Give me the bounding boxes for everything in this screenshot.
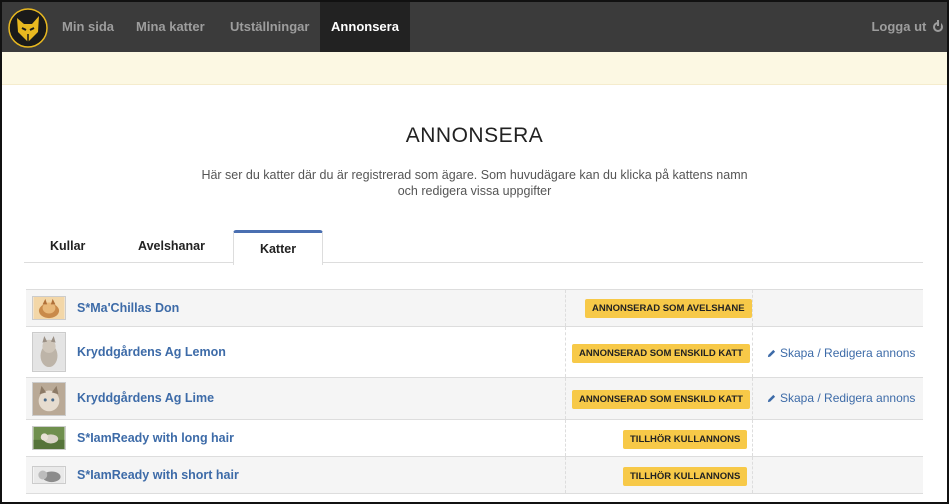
cat-name-link[interactable]: Kryddgårdens Ag Lime [77, 391, 214, 405]
column-divider [752, 420, 753, 456]
column-divider [565, 290, 566, 326]
cat-thumbnail [32, 332, 66, 372]
club-logo-icon[interactable] [8, 6, 48, 50]
cats-table: S*Ma'Chillas Don ANNONSERAD SOM AVELSHAN… [26, 289, 923, 494]
table-row: Kryddgårdens Ag Lemon ANNONSERAD SOM ENS… [26, 327, 923, 378]
top-navbar: Min sida Mina katter Utställningar Annon… [2, 2, 947, 52]
column-divider [565, 378, 566, 419]
cat-thumbnail [32, 382, 66, 416]
cat-name-link[interactable]: S*IamReady with long hair [77, 431, 234, 445]
cat-name-link[interactable]: S*IamReady with short hair [77, 468, 239, 482]
page-title: ANNONSERA [405, 124, 544, 147]
power-icon [933, 20, 943, 32]
cat-name-link[interactable]: S*Ma'Chillas Don [77, 301, 179, 315]
pencil-icon [767, 349, 776, 358]
logout-label: Logga ut [871, 19, 927, 34]
edit-ad-label: Skapa / Redigera annons [780, 391, 916, 405]
status-badge: ANNONSERAD SOM ENSKILD KATT [572, 344, 750, 363]
column-divider [752, 327, 753, 377]
column-divider [752, 290, 753, 326]
cat-name-link[interactable]: Kryddgårdens Ag Lemon [77, 345, 226, 359]
pencil-icon [767, 394, 776, 403]
column-divider [752, 457, 753, 493]
logout-button[interactable]: Logga ut [871, 2, 943, 52]
column-divider [565, 457, 566, 493]
column-divider [565, 420, 566, 456]
table-row: S*IamReady with short hair TILLHÖR KULLA… [26, 457, 923, 494]
status-badge: TILLHÖR KULLANNONS [623, 467, 748, 486]
nav-mina-katter[interactable]: Mina katter [136, 2, 205, 52]
cat-thumbnail [32, 466, 66, 484]
nav-utstallningar[interactable]: Utställningar [230, 2, 309, 52]
status-badge: ANNONSERAD SOM AVELSHANE [585, 299, 752, 318]
status-badge: ANNONSERAD SOM ENSKILD KATT [572, 390, 750, 409]
tab-katter[interactable]: Katter [233, 230, 323, 265]
page-description: Här ser du katter där du är registrerad … [201, 168, 748, 198]
table-row: Kryddgårdens Ag Lime ANNONSERAD SOM ENSK… [26, 378, 923, 420]
column-divider [565, 327, 566, 377]
table-row: S*Ma'Chillas Don ANNONSERAD SOM AVELSHAN… [26, 290, 923, 327]
edit-ad-link[interactable]: Skapa / Redigera annons [767, 346, 915, 360]
cat-thumbnail [32, 426, 66, 450]
nav-min-sida[interactable]: Min sida [62, 2, 114, 52]
nav-annonsera[interactable]: Annonsera [320, 2, 410, 52]
status-badge: TILLHÖR KULLANNONS [623, 430, 748, 449]
table-row: S*IamReady with long hair TILLHÖR KULLAN… [26, 420, 923, 457]
tab-avelshanar[interactable]: Avelshanar [138, 230, 205, 263]
edit-ad-label: Skapa / Redigera annons [780, 346, 916, 360]
app-frame: Min sida Mina katter Utställningar Annon… [0, 0, 949, 504]
notice-bar [2, 52, 947, 85]
column-divider [752, 378, 753, 419]
edit-ad-link[interactable]: Skapa / Redigera annons [767, 391, 915, 405]
tab-kullar[interactable]: Kullar [50, 230, 85, 263]
cat-thumbnail [32, 296, 66, 320]
